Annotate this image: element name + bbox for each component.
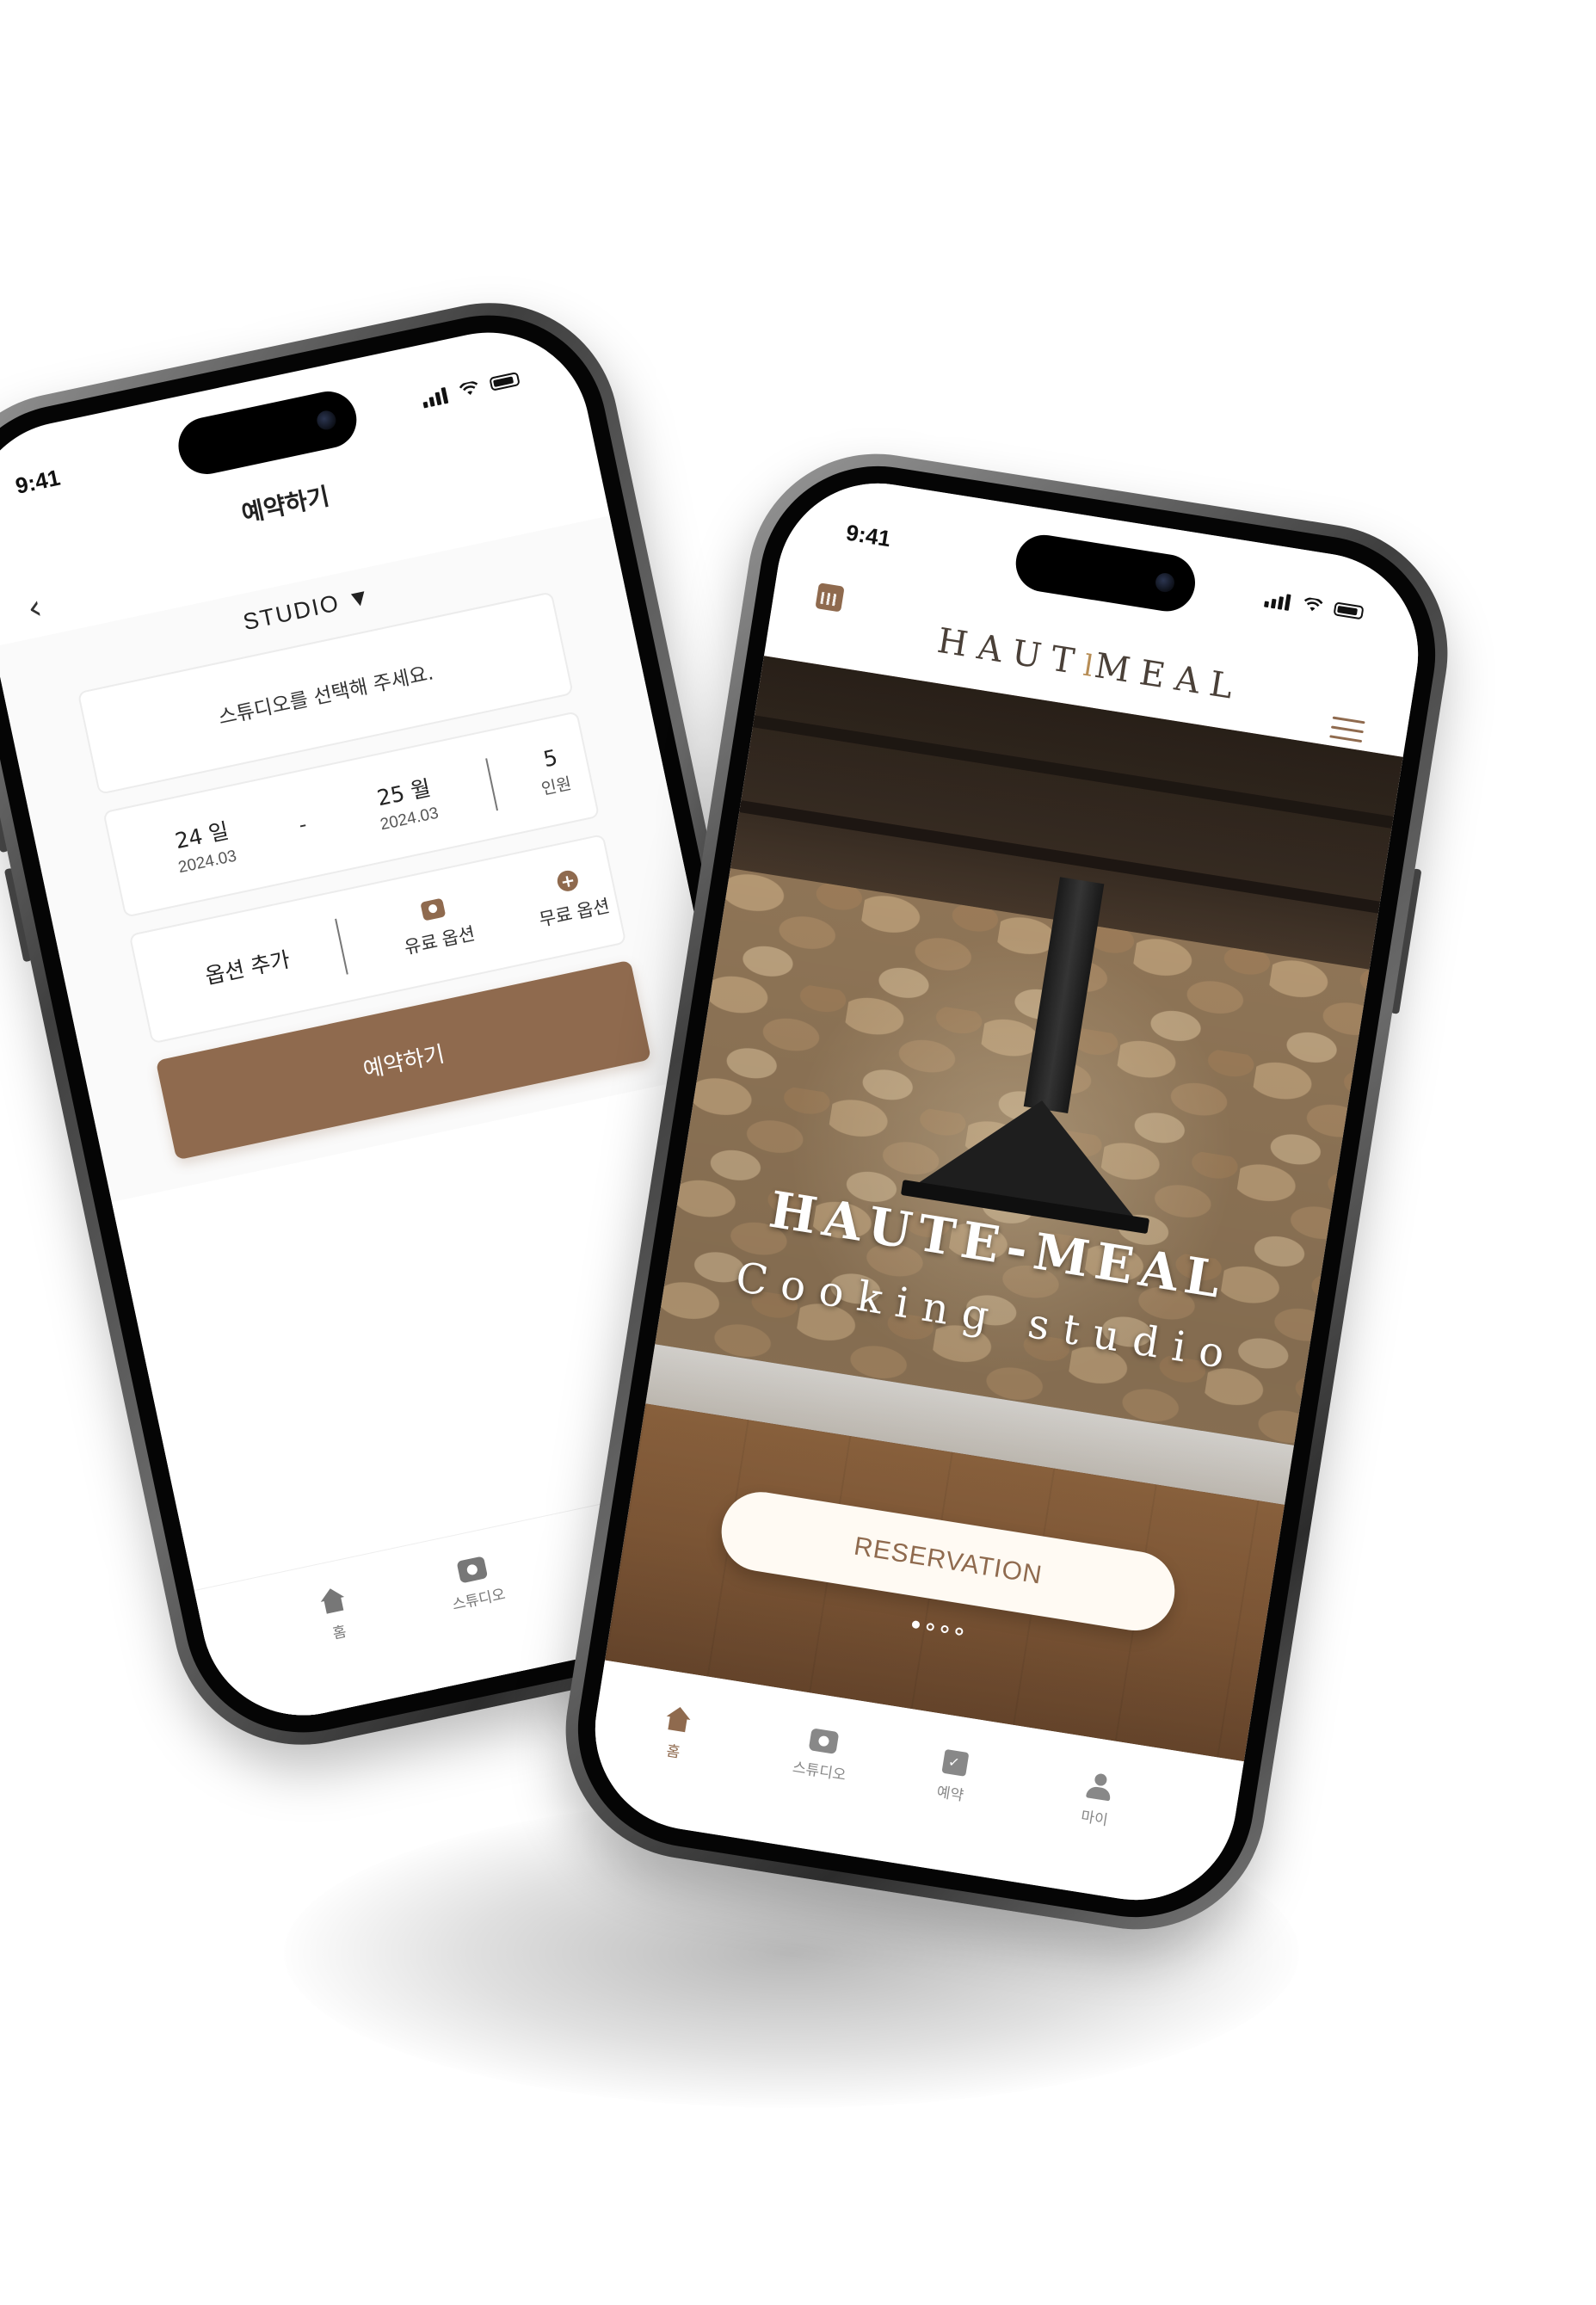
- carousel-dot[interactable]: [911, 1620, 921, 1630]
- tab-home-label: 홈: [665, 1742, 681, 1762]
- tab-my[interactable]: 마이: [1079, 1772, 1115, 1830]
- home-icon: [317, 1586, 348, 1617]
- free-option-label: 무료 옵션: [537, 896, 612, 931]
- carousel-dot[interactable]: [954, 1627, 964, 1636]
- signal-icon: [421, 386, 449, 409]
- options-label-text: 옵션 추가: [202, 946, 293, 989]
- carousel-dot[interactable]: [940, 1624, 950, 1634]
- hamburger-menu-icon[interactable]: [1329, 716, 1365, 744]
- date-separator: -: [296, 811, 309, 838]
- user-icon: [1086, 1772, 1113, 1801]
- status-time: 9:41: [13, 464, 63, 499]
- guest-label: 인원: [539, 774, 574, 799]
- divider: [335, 918, 348, 975]
- tab-studio-label: 스튜디오: [791, 1759, 847, 1784]
- tab-studio[interactable]: 스튜디오: [444, 1553, 507, 1614]
- tab-home[interactable]: 홈: [317, 1586, 354, 1644]
- divider: [485, 758, 499, 811]
- chevron-left-icon[interactable]: ‹: [24, 588, 46, 629]
- tab-home[interactable]: 홈: [659, 1705, 693, 1763]
- free-option-button[interactable]: + 무료 옵션: [501, 832, 641, 963]
- camera-icon: [456, 1556, 489, 1584]
- tab-studio[interactable]: 스튜디오: [792, 1726, 853, 1784]
- home-screen: 9:41 HAUTⅼMEAL HAUTE-MEAL Cooking studio…: [580, 468, 1433, 1915]
- paid-option-label: 유료 옵션: [403, 923, 478, 958]
- guest-number: 5: [540, 744, 560, 773]
- paid-option-button[interactable]: 유료 옵션: [367, 860, 507, 991]
- carousel-dot[interactable]: [926, 1622, 935, 1631]
- wifi-icon: [1303, 597, 1323, 612]
- tab-reservation[interactable]: 예약: [935, 1748, 970, 1805]
- camera-icon: [808, 1728, 840, 1755]
- plus-icon: +: [555, 868, 581, 894]
- tab-studio-label: 스튜디오: [450, 1586, 508, 1614]
- home-icon: [663, 1705, 693, 1735]
- calendar-check-icon: [941, 1748, 970, 1777]
- front-camera: [1154, 571, 1176, 594]
- tab-my-label: 마이: [1079, 1808, 1109, 1830]
- studio-placeholder: 스튜디오를 선택해 주세요.: [216, 662, 436, 730]
- battery-icon: [489, 372, 521, 391]
- dynamic-island: [173, 385, 362, 480]
- tab-reservation-label: 예약: [935, 1784, 965, 1805]
- wifi-icon: [459, 380, 478, 395]
- camera-icon: [420, 897, 447, 921]
- tab-home-label: 홈: [331, 1623, 348, 1643]
- front-camera: [315, 409, 338, 432]
- home-phone: 9:41 HAUTⅼMEAL HAUTE-MEAL Cooking studio…: [546, 435, 1467, 1948]
